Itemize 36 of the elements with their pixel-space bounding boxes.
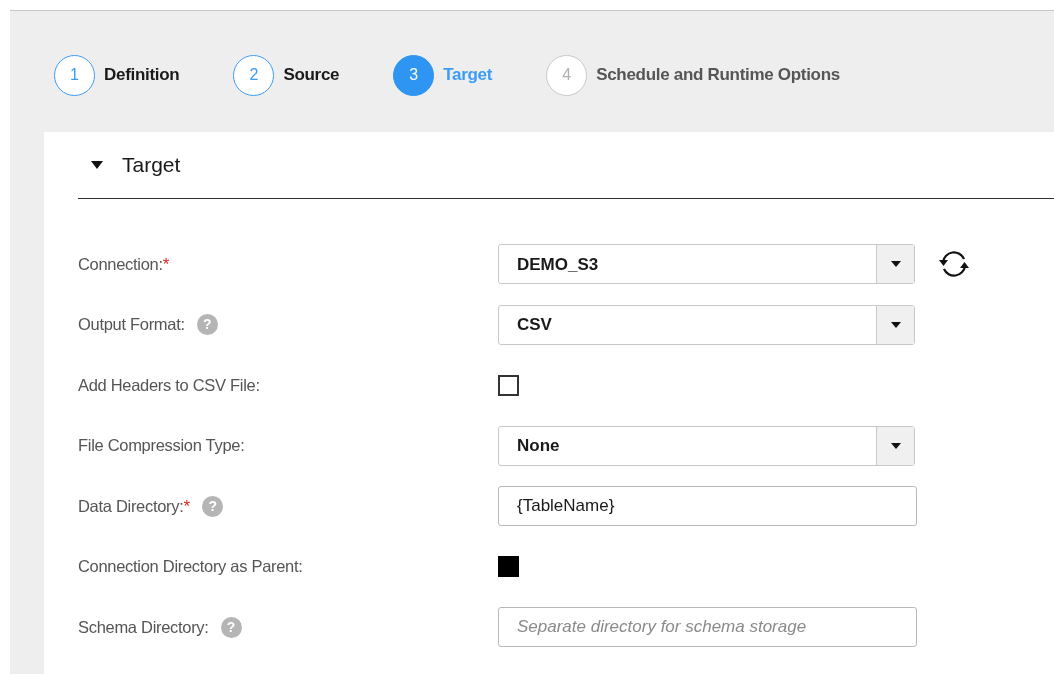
step-label[interactable]: Source xyxy=(283,62,340,88)
help-icon[interactable]: ? xyxy=(220,616,242,638)
field-label: Connection Directory as Parent: xyxy=(78,556,303,578)
step-number[interactable]: 4 xyxy=(546,54,588,96)
help-icon[interactable]: ? xyxy=(196,314,218,336)
input-field[interactable]: {TableName} xyxy=(498,486,917,527)
input-field[interactable]: Separate directory for schema storage xyxy=(498,607,917,648)
field-label: Data Directory: xyxy=(78,495,184,517)
checkbox[interactable] xyxy=(498,556,519,578)
caret-icon xyxy=(889,320,902,329)
checkbox[interactable] xyxy=(498,374,519,396)
collapse-icon[interactable] xyxy=(90,160,104,170)
dropdown[interactable]: CSV xyxy=(498,304,915,345)
refresh-icon[interactable] xyxy=(937,249,971,280)
required-mark: * xyxy=(162,253,170,276)
dropdown[interactable]: None xyxy=(498,425,915,466)
dropdown-value: None xyxy=(516,435,561,457)
field-label: Output Format: xyxy=(78,314,185,336)
step-label[interactable]: Target xyxy=(443,62,493,88)
caret-icon xyxy=(889,260,902,269)
step-label[interactable]: Definition xyxy=(104,62,180,88)
field-label: Connection: xyxy=(78,253,163,275)
dropdown-value: DEMO_S3 xyxy=(516,253,600,276)
step-label[interactable]: Schedule and Runtime Options xyxy=(596,62,840,88)
section-title: Target xyxy=(122,152,181,179)
field-label: File Compression Type: xyxy=(78,435,245,457)
required-mark: * xyxy=(183,495,191,518)
step-number[interactable]: 3 xyxy=(393,54,435,96)
help-icon[interactable]: ? xyxy=(202,495,224,517)
step-number[interactable]: 2 xyxy=(233,54,275,96)
dropdown[interactable]: DEMO_S3 xyxy=(498,244,915,285)
field-label: Schema Directory: xyxy=(78,616,209,638)
step-number[interactable]: 1 xyxy=(54,54,95,96)
dropdown-value: CSV xyxy=(516,314,553,336)
field-label: Add Headers to CSV File: xyxy=(78,374,260,396)
caret-icon xyxy=(889,441,902,450)
